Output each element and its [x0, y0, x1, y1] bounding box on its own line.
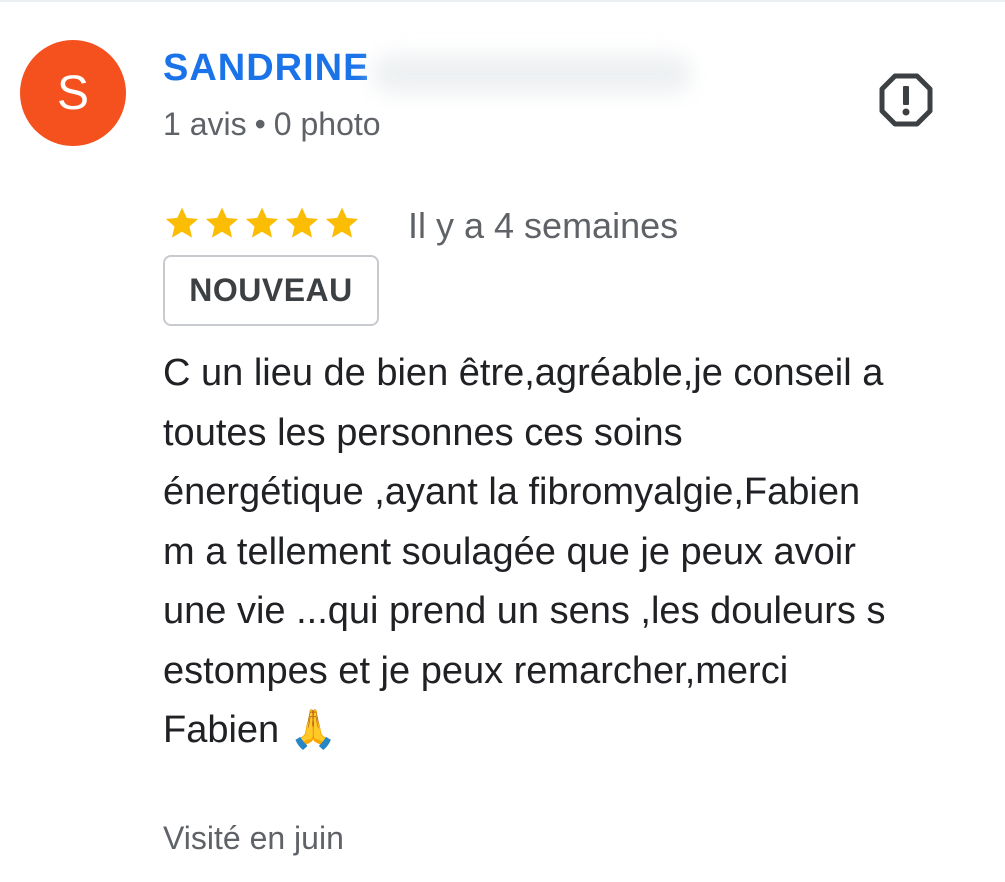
review-text: C un lieu de bien être,agréable,je conse… [163, 352, 886, 751]
avatar[interactable]: S [20, 40, 126, 146]
star-icon [245, 207, 279, 238]
review-time: Il y a 4 semaines [408, 205, 679, 246]
avatar-letter: S [56, 66, 89, 120]
new-badge: NOUVEAU [163, 255, 379, 326]
star-icon [165, 207, 199, 238]
report-icon[interactable] [878, 72, 934, 128]
visited-date: Visité en juin [163, 820, 344, 856]
review-count: 1 avis [163, 106, 247, 142]
meta-separator: • [254, 106, 266, 142]
author-meta: 1 avis • 0 photo [163, 106, 381, 143]
photo-count: 0 photo [273, 106, 381, 142]
review-card: S SANDRINE 1 avis • 0 photo Il y a 4 semai… [0, 0, 1005, 882]
redacted-name-blur [372, 54, 692, 94]
star-icon [325, 207, 359, 238]
author-name[interactable]: SANDRINE [163, 47, 369, 90]
star-icon [285, 207, 319, 238]
star-rating [163, 204, 361, 242]
star-icon [205, 207, 239, 238]
new-badge-label: NOUVEAU [189, 272, 353, 308]
